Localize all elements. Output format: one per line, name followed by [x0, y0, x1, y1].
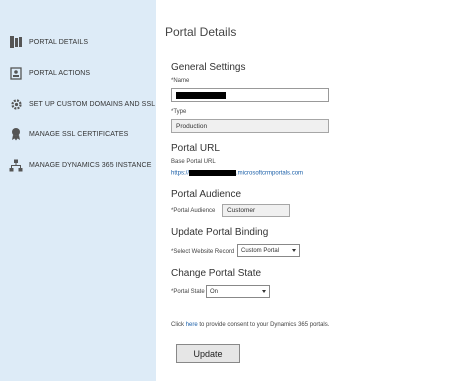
portal-audience-heading: Portal Audience: [171, 189, 242, 200]
sidebar-item-portal-details[interactable]: PORTAL DETAILS: [0, 29, 156, 55]
base-url-label: Base Portal URL: [171, 159, 216, 165]
base-url-link[interactable]: https:// .microsoftcrmportals.com: [171, 170, 303, 177]
portal-state-value: On: [210, 288, 219, 295]
name-input[interactable]: [171, 88, 329, 102]
sidebar-item-dynamics-instance[interactable]: MANAGE DYNAMICS 365 INSTANCE: [0, 152, 156, 178]
update-button[interactable]: Update: [176, 344, 240, 363]
portal-audience-field: Customer: [222, 204, 290, 217]
chevron-down-icon: [292, 249, 296, 252]
sidebar-item-label: PORTAL DETAILS: [29, 38, 89, 46]
website-record-value: Custom Portal: [241, 247, 280, 254]
portal-actions-icon: [8, 65, 24, 81]
name-label: *Name: [171, 78, 190, 84]
portal-url-heading: Portal URL: [171, 143, 220, 154]
sidebar-item-label: PORTAL ACTIONS: [29, 69, 91, 77]
portal-state-label: *Portal State: [171, 289, 205, 295]
portal-details-icon: [8, 34, 24, 50]
certificate-icon: [8, 126, 24, 142]
sidebar-item-ssl-certificates[interactable]: MANAGE SSL CERTIFICATES: [0, 121, 156, 147]
main-panel: Portal Details General Settings *Name *T…: [156, 0, 474, 381]
page-title: Portal Details: [165, 25, 237, 39]
portal-state-select[interactable]: On: [206, 285, 270, 298]
website-record-label: *Select Website Record: [171, 249, 235, 255]
chevron-down-icon: [262, 290, 266, 293]
portal-audience-label: *Portal Audience: [171, 208, 216, 214]
consent-prefix: Click: [171, 322, 186, 328]
sidebar-item-custom-domains[interactable]: SET UP CUSTOM DOMAINS AND SSL: [0, 91, 156, 117]
type-label: *Type: [171, 109, 187, 115]
url-prefix: https://: [171, 170, 190, 177]
general-settings-heading: General Settings: [171, 62, 246, 73]
consent-text: Click here to provide consent to your Dy…: [171, 322, 329, 328]
url-suffix: .microsoftcrmportals.com: [236, 170, 304, 177]
type-field: Production: [171, 119, 329, 133]
consent-suffix: to provide consent to your Dynamics 365 …: [197, 322, 330, 328]
sidebar-item-label: MANAGE SSL CERTIFICATES: [29, 130, 129, 138]
sidebar-item-portal-actions[interactable]: PORTAL ACTIONS: [0, 60, 156, 86]
sidebar: PORTAL DETAILS PORTAL ACTIONS SET UP CUS…: [0, 0, 156, 381]
hierarchy-icon: [8, 157, 24, 173]
consent-link[interactable]: here: [186, 322, 198, 328]
update-binding-heading: Update Portal Binding: [171, 227, 269, 238]
redacted-url: [189, 170, 237, 176]
sidebar-item-label: MANAGE DYNAMICS 365 INSTANCE: [29, 161, 152, 169]
portal-state-heading: Change Portal State: [171, 268, 262, 279]
gear-icon: [8, 96, 24, 112]
redacted-value: [176, 91, 226, 99]
website-record-select[interactable]: Custom Portal: [237, 244, 300, 257]
sidebar-item-label: SET UP CUSTOM DOMAINS AND SSL: [29, 100, 156, 108]
